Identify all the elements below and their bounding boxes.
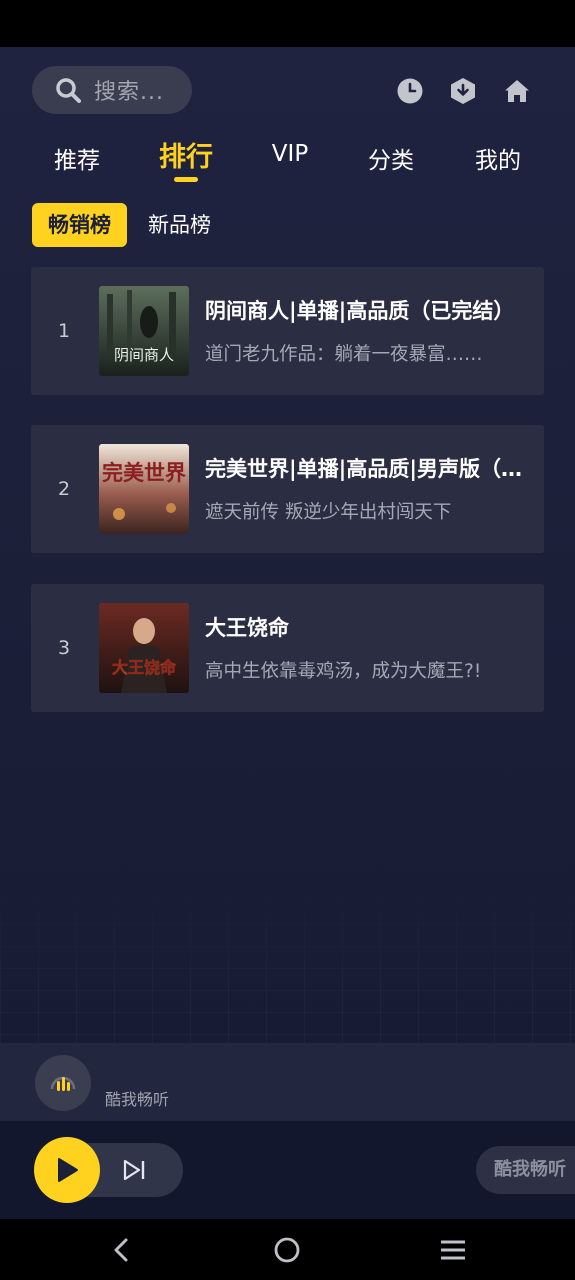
subtab-new[interactable]: 新品榜 — [132, 203, 227, 247]
history-icon[interactable] — [396, 77, 424, 105]
now-playing-avatar[interactable] — [35, 1055, 91, 1111]
tab-mine[interactable]: 我的 — [475, 141, 521, 175]
book-title: 大王饶命 — [205, 616, 289, 640]
book-title: 完美世界|单播|高品质|男声版（已完结） — [205, 457, 533, 481]
book-cover: 大王饶命 — [99, 603, 189, 693]
tab-recommend[interactable]: 推荐 — [54, 141, 100, 175]
rank-number: 3 — [57, 637, 71, 659]
book-description: 高中生依靠毒鸡汤，成为大魔王?! — [205, 661, 482, 682]
status-bar — [0, 0, 575, 47]
ranking-item[interactable]: 1 阴间商人 阴间商人|单播|高品质（已完结） 道门老九作品：躺着一夜暴富…… — [31, 267, 544, 395]
main-tabs: 推荐 排行 VIP 分类 我的 — [0, 135, 575, 185]
download-icon[interactable] — [449, 77, 477, 105]
background-grid — [0, 880, 575, 1043]
book-description: 道门老九作品：躺着一夜暴富…… — [205, 344, 483, 365]
subtab-bestseller[interactable]: 畅销榜 — [32, 203, 127, 247]
book-title: 阴间商人|单播|高品质（已完结） — [205, 299, 515, 323]
now-playing-label: 酷我畅听 — [105, 1090, 170, 1109]
brand-badge[interactable]: 酷我畅听 — [476, 1146, 575, 1194]
active-tab-indicator — [174, 177, 198, 182]
rank-number: 1 — [57, 320, 71, 342]
menu-icon[interactable] — [437, 1234, 469, 1266]
play-button[interactable] — [34, 1137, 100, 1203]
search-placeholder: 搜索... — [94, 80, 164, 105]
tab-ranking[interactable]: 排行 — [159, 135, 213, 174]
svg-text:完美世界: 完美世界 — [102, 460, 186, 485]
next-button[interactable] — [119, 1155, 149, 1185]
skip-next-icon — [123, 1159, 145, 1181]
book-cover: 阴间商人 — [99, 286, 189, 376]
play-icon — [58, 1158, 78, 1182]
equalizer-icon — [50, 1076, 76, 1091]
svg-text:阴间商人: 阴间商人 — [114, 346, 174, 364]
svg-text:大王饶命: 大王饶命 — [112, 658, 177, 677]
rank-number: 2 — [57, 478, 71, 500]
home-circle-icon[interactable] — [271, 1234, 303, 1266]
ranking-item[interactable]: 3 大王饶命 大王饶命 高中生依靠毒鸡汤，成为大魔王?! — [31, 584, 544, 712]
search-input[interactable]: 搜索... — [32, 66, 192, 114]
ranking-item[interactable]: 2 完美世界 完美世界|单播|高品质|男声版（已完结） 遮天前传 叛逆少年出村闯… — [31, 425, 544, 553]
book-description: 遮天前传 叛逆少年出村闯天下 — [205, 502, 452, 523]
tab-category[interactable]: 分类 — [368, 141, 414, 175]
book-cover: 完美世界 — [99, 444, 189, 534]
search-icon — [56, 78, 81, 103]
home-icon[interactable] — [503, 77, 531, 105]
tab-vip[interactable]: VIP — [272, 141, 308, 167]
back-icon[interactable] — [106, 1234, 138, 1266]
